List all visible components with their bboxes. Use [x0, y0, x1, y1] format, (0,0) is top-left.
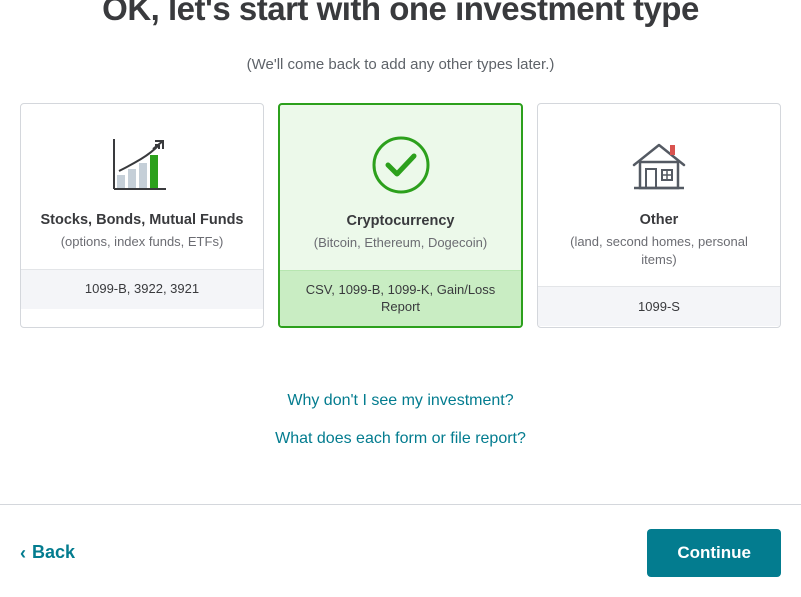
card-footer: 1099-S — [538, 286, 780, 326]
page-subheading: (We'll come back to add any other types … — [20, 56, 781, 73]
chevron-left-icon: ‹ — [20, 544, 26, 562]
investment-type-cards: Stocks, Bonds, Mutual Funds (options, in… — [20, 103, 781, 328]
bar-growth-icon — [111, 124, 173, 204]
card-footer: CSV, 1099-B, 1099-K, Gain/Loss Report — [280, 270, 521, 326]
card-footer: 1099-B, 3922, 3921 — [21, 269, 263, 309]
card-title: Other — [630, 212, 689, 228]
card-subtitle: (land, second homes, personal items) — [538, 233, 780, 268]
card-title: Cryptocurrency — [337, 213, 465, 229]
back-button[interactable]: ‹ Back — [20, 542, 75, 563]
check-circle-icon — [368, 125, 434, 205]
card-subtitle: (options, index funds, ETFs) — [47, 233, 238, 251]
card-cryptocurrency[interactable]: Cryptocurrency (Bitcoin, Ethereum, Dogec… — [278, 103, 523, 328]
link-why-dont-i-see[interactable]: Why don't I see my investment? — [20, 386, 781, 416]
nav-row: ‹ Back Continue — [0, 529, 801, 597]
card-other[interactable]: Other (land, second homes, personal item… — [537, 103, 781, 328]
card-subtitle: (Bitcoin, Ethereum, Dogecoin) — [300, 234, 501, 252]
footer-divider — [0, 504, 801, 505]
continue-button[interactable]: Continue — [647, 529, 781, 577]
help-links: Why don't I see my investment? What does… — [20, 386, 781, 454]
card-stocks[interactable]: Stocks, Bonds, Mutual Funds (options, in… — [20, 103, 264, 328]
page-title: OK, let's start with one investment type — [20, 0, 781, 28]
house-icon — [628, 124, 690, 204]
back-label: Back — [32, 542, 75, 563]
link-what-does-each-form[interactable]: What does each form or file report? — [20, 424, 781, 454]
card-title: Stocks, Bonds, Mutual Funds — [30, 212, 253, 228]
